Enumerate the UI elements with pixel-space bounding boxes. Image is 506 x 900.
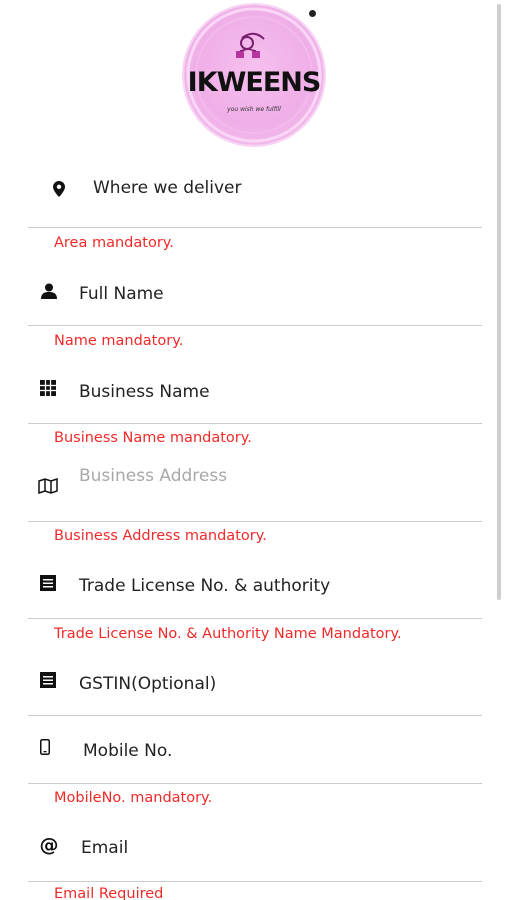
business-name-error: Business Name mandatory.: [54, 430, 252, 446]
status-dot: [309, 10, 316, 17]
business-name-value: Business Name: [79, 382, 210, 402]
mobile-icon: [34, 736, 56, 758]
scrollbar[interactable]: [497, 4, 501, 600]
business-address-placeholder: Business Address: [79, 466, 228, 486]
email-value: Email: [81, 838, 129, 858]
user-icon: [38, 280, 60, 302]
gstin-field[interactable]: GSTIN(Optional): [28, 652, 482, 716]
list-icon: [37, 669, 59, 691]
logo-brand-text: IKWEENS: [187, 67, 322, 98]
trade-license-field[interactable]: Trade License No. & authority: [28, 554, 482, 619]
grid-icon: [37, 377, 59, 399]
email-field[interactable]: @ Email: [28, 816, 482, 882]
delivery-area-field[interactable]: Where we deliver: [28, 160, 482, 228]
map-marker-icon: [48, 178, 70, 200]
delivery-area-error: Area mandatory.: [54, 235, 174, 251]
trade-license-error: Trade License No. & Authority Name Manda…: [54, 626, 402, 642]
business-address-error: Business Address mandatory.: [54, 528, 267, 544]
at-icon: @: [39, 834, 59, 856]
business-name-field[interactable]: Business Name: [28, 360, 482, 424]
registration-screen: IKWEENS you wish we fulfill Where we del…: [0, 0, 506, 900]
map-icon: [37, 475, 59, 497]
email-error: Email Required: [54, 886, 164, 900]
delivery-area-value: Where we deliver: [93, 178, 242, 198]
full-name-field[interactable]: Full Name: [28, 262, 482, 326]
mobile-field[interactable]: Mobile No.: [28, 716, 482, 784]
brand-logo: IKWEENS you wish we fulfill: [184, 5, 324, 145]
gstin-value: GSTIN(Optional): [79, 674, 217, 694]
list-icon: [37, 572, 59, 594]
business-address-field[interactable]: Business Address: [28, 456, 482, 522]
mobile-value: Mobile No.: [83, 741, 173, 761]
full-name-value: Full Name: [79, 284, 164, 304]
mobile-error: MobileNo. mandatory.: [54, 790, 213, 806]
full-name-error: Name mandatory.: [54, 333, 184, 349]
trade-license-value: Trade License No. & authority: [79, 576, 331, 596]
logo-tagline: you wish we fulfill: [227, 106, 281, 113]
